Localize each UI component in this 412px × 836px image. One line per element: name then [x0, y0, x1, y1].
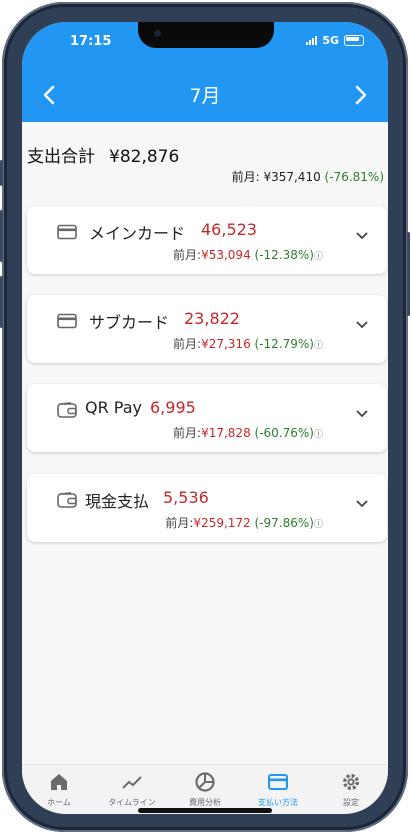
prev-label: 前月: — [173, 248, 202, 262]
prev-change: (-97.86%) — [254, 516, 314, 530]
gear-icon — [342, 773, 360, 791]
total-expense: 支出合計 ¥82,876 — [27, 142, 193, 167]
method-previous: 前月:¥259,172 (-97.86%)ⓘ — [165, 514, 323, 531]
prev-amount: ¥53,094 — [201, 248, 251, 262]
method-previous: 前月:¥17,828 (-60.76%)ⓘ — [173, 424, 323, 441]
method-amount: 5,536 — [163, 488, 209, 507]
bottom-navigation: ホーム タイムライン 費用分析 支払い方法 設定 — [22, 764, 388, 814]
prev-change: (-12.79%) — [254, 337, 314, 351]
chevron-down-icon[interactable] — [355, 228, 369, 242]
side-button-power — [407, 232, 410, 316]
side-button-mute — [0, 160, 3, 186]
tab-label: ホーム — [47, 798, 71, 807]
tab-label: 支払い方法 — [258, 798, 298, 807]
month-title: 7月 — [189, 85, 221, 107]
camera-icon — [154, 30, 161, 37]
payment-method-card[interactable]: QR Pay 6,995 前月:¥17,828 (-60.76%)ⓘ — [27, 384, 387, 452]
wallet-icon — [57, 492, 77, 508]
side-button-volume-down — [0, 276, 3, 328]
home-indicator[interactable] — [138, 808, 272, 813]
app-bar: 7月 — [22, 68, 388, 122]
tab-timeline[interactable]: タイムライン — [97, 771, 167, 808]
method-name: サブカード — [89, 313, 170, 332]
chevron-down-icon[interactable] — [355, 317, 369, 331]
method-previous: 前月:¥53,094 (-12.38%)ⓘ — [173, 246, 323, 263]
credit-card-icon — [57, 313, 77, 329]
payment-method-card[interactable]: サブカード 23,822 前月:¥27,316 (-12.79%)ⓘ — [27, 295, 387, 363]
prev-label: 前月: — [173, 337, 202, 351]
method-amount: 6,995 — [150, 398, 196, 417]
tab-expense-analysis[interactable]: 費用分析 — [170, 771, 240, 808]
chevron-down-icon[interactable] — [355, 496, 369, 510]
side-button-volume-up — [0, 210, 3, 262]
method-name: メインカード — [89, 224, 186, 243]
prev-amount: ¥357,410 — [263, 170, 321, 184]
credit-card-icon — [268, 774, 288, 790]
total-amount: ¥82,876 — [109, 147, 180, 167]
prev-amount: ¥259,172 — [193, 516, 251, 530]
payment-method-card[interactable]: 現金支払 5,536 前月:¥259,172 (-97.86%)ⓘ — [27, 474, 387, 542]
phone-screen: 17:15 5G 7月 支出合計 ¥82,876 前月: ¥357,410 (-7… — [22, 22, 388, 814]
tab-label: タイムライン — [108, 798, 156, 807]
total-label: 支出合計 — [27, 147, 95, 167]
info-icon[interactable]: ⓘ — [314, 520, 323, 530]
tab-settings[interactable]: 設定 — [316, 771, 386, 808]
method-amount: 46,523 — [201, 220, 257, 239]
method-amount: 23,822 — [184, 309, 240, 328]
chevron-down-icon[interactable] — [355, 406, 369, 420]
status-time: 17:15 — [70, 34, 112, 49]
camera-notch — [138, 22, 274, 48]
home-icon — [51, 774, 67, 790]
wallet-icon — [57, 402, 77, 418]
prev-change: (-12.38%) — [254, 248, 314, 262]
info-icon[interactable]: ⓘ — [314, 252, 323, 262]
method-previous: 前月:¥27,316 (-12.79%)ⓘ — [173, 335, 323, 352]
prev-amount: ¥27,316 — [201, 337, 251, 351]
payment-method-card[interactable]: メインカード 46,523 前月:¥53,094 (-12.38%)ⓘ — [27, 206, 387, 274]
battery-icon — [344, 35, 364, 46]
prev-change: (-76.81%) — [324, 170, 384, 184]
prev-label: 前月: — [165, 516, 194, 530]
prev-label: 前月: — [173, 426, 202, 440]
pie-chart-icon — [195, 772, 215, 792]
total-previous-month: 前月: ¥357,410 (-76.81%) — [232, 168, 384, 185]
tab-label: 設定 — [343, 798, 359, 807]
trend-line-icon — [122, 776, 142, 789]
method-name: QR Pay — [85, 398, 142, 417]
prev-amount: ¥17,828 — [201, 426, 251, 440]
next-month-icon[interactable] — [354, 84, 368, 106]
info-icon[interactable]: ⓘ — [314, 341, 323, 351]
prev-change: (-60.76%) — [254, 426, 314, 440]
tab-payment-methods[interactable]: 支払い方法 — [243, 771, 313, 808]
tab-home[interactable]: ホーム — [24, 771, 94, 808]
info-icon[interactable]: ⓘ — [314, 430, 323, 440]
signal-icon — [306, 36, 318, 45]
status-indicators: 5G — [306, 34, 364, 47]
tab-label: 費用分析 — [189, 798, 221, 807]
method-name: 現金支払 — [85, 492, 150, 511]
prev-label: 前月: — [231, 170, 260, 184]
network-label: 5G — [322, 34, 339, 47]
credit-card-icon — [57, 224, 77, 240]
